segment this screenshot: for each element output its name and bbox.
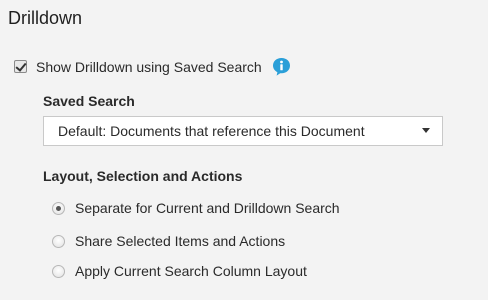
radio-label[interactable]: Share Selected Items and Actions bbox=[75, 233, 285, 249]
info-icon[interactable] bbox=[272, 57, 291, 76]
radio-option-apply-layout[interactable]: Apply Current Search Column Layout bbox=[52, 263, 307, 279]
radio-button-checked[interactable] bbox=[52, 201, 65, 215]
radio-button[interactable] bbox=[52, 234, 65, 248]
saved-search-select[interactable]: Default: Documents that reference this D… bbox=[43, 116, 443, 146]
radio-option-share[interactable]: Share Selected Items and Actions bbox=[52, 233, 285, 249]
saved-search-label: Saved Search bbox=[43, 93, 135, 109]
radio-label[interactable]: Apply Current Search Column Layout bbox=[75, 263, 307, 279]
section-title: Drilldown bbox=[8, 8, 83, 28]
chevron-down-icon bbox=[422, 128, 430, 133]
radio-button[interactable] bbox=[52, 264, 65, 278]
drilldown-panel: Drilldown Show Drilldown using Saved Sea… bbox=[0, 0, 488, 300]
checkmark-icon bbox=[15, 60, 27, 72]
show-drilldown-label[interactable]: Show Drilldown using Saved Search bbox=[36, 59, 262, 75]
radio-option-separate[interactable]: Separate for Current and Drilldown Searc… bbox=[52, 200, 340, 216]
show-drilldown-checkbox[interactable] bbox=[14, 60, 27, 73]
layout-selection-actions-label: Layout, Selection and Actions bbox=[43, 168, 243, 184]
show-drilldown-row[interactable]: Show Drilldown using Saved Search bbox=[14, 57, 291, 76]
radio-label[interactable]: Separate for Current and Drilldown Searc… bbox=[75, 200, 340, 216]
saved-search-selected-value: Default: Documents that reference this D… bbox=[58, 123, 365, 139]
